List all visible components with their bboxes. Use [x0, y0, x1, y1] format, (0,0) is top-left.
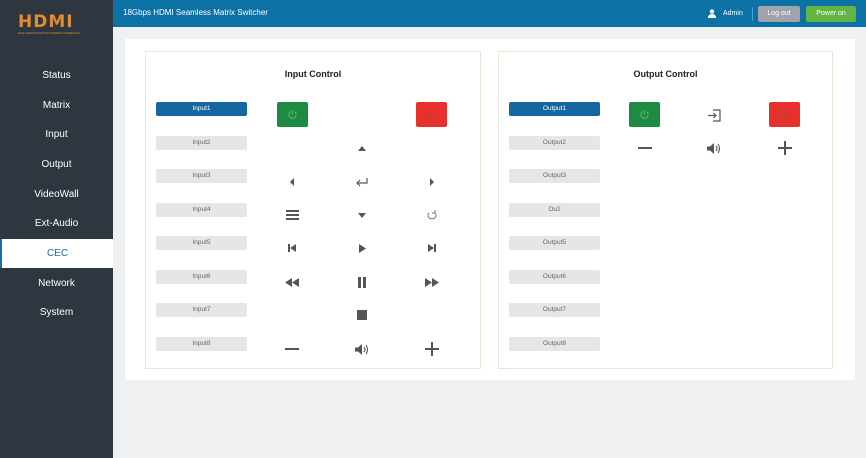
output-select-3[interactable]: Output3 — [509, 169, 600, 183]
input-select-3[interactable]: Input3 — [156, 169, 247, 183]
power-on-cec-button[interactable] — [277, 102, 308, 127]
power-icon — [780, 109, 789, 119]
rewind-icon[interactable] — [282, 274, 302, 290]
output-control-title: Output Control — [633, 69, 698, 79]
arrow-up-icon[interactable] — [352, 140, 372, 156]
output-volume-up-icon[interactable] — [775, 140, 795, 156]
output-select-6[interactable]: Output6 — [509, 270, 600, 284]
volume-down-icon[interactable] — [282, 341, 302, 357]
input-select-8[interactable]: Input8 — [156, 337, 247, 351]
skip-previous-icon[interactable] — [282, 240, 302, 256]
output-volume-down-icon[interactable] — [635, 140, 655, 156]
stop-icon[interactable] — [352, 307, 372, 323]
power-icon — [288, 109, 297, 119]
output-select-8[interactable]: Output8 — [509, 337, 600, 351]
input-select-7[interactable]: Input7 — [156, 303, 247, 317]
volume-icon[interactable] — [352, 341, 372, 357]
output-select-7[interactable]: Output7 — [509, 303, 600, 317]
app-title: 18Gbps HDMI Seamless Matrix Switcher — [123, 8, 268, 17]
output-power-off-button[interactable] — [769, 102, 800, 127]
output-select-2[interactable]: Output2 — [509, 136, 600, 150]
input-control-panel: Input Control Input1 Input2 Input3 Input… — [145, 51, 481, 369]
input-select-1[interactable]: Input1 — [156, 102, 247, 116]
hdmi-logo: HDMI HIGH-DEFINITION MULTIMEDIA INTERFACE — [18, 12, 81, 36]
sidebar-item-matrix[interactable]: Matrix — [0, 91, 113, 120]
arrow-down-icon[interactable] — [352, 207, 372, 223]
power-on-button[interactable]: Power on — [806, 6, 856, 22]
arrow-right-icon[interactable] — [422, 174, 442, 190]
user-icon — [708, 9, 716, 18]
enter-icon[interactable] — [352, 174, 372, 190]
logout-button[interactable]: Log out — [758, 6, 800, 22]
power-icon — [640, 109, 649, 119]
input-control-title: Input Control — [284, 69, 342, 79]
play-icon[interactable] — [352, 240, 372, 256]
return-icon[interactable] — [422, 207, 442, 223]
sidebar-item-output[interactable]: Output — [0, 150, 113, 179]
power-off-cec-button[interactable] — [416, 102, 447, 127]
input-select-5[interactable]: Input5 — [156, 236, 247, 250]
sidebar: HDMI HIGH-DEFINITION MULTIMEDIA INTERFACE… — [0, 0, 113, 458]
sidebar-item-system[interactable]: System — [0, 298, 113, 327]
pause-icon[interactable] — [352, 274, 372, 290]
sidebar-item-input[interactable]: Input — [0, 120, 113, 149]
sidebar-item-network[interactable]: Network — [0, 269, 113, 298]
arrow-left-icon[interactable] — [282, 174, 302, 190]
output-power-on-button[interactable] — [629, 102, 660, 127]
input-select-4[interactable]: Input4 — [156, 203, 247, 217]
volume-up-icon[interactable] — [422, 341, 442, 357]
skip-next-icon[interactable] — [422, 240, 442, 256]
input-select-6[interactable]: Input6 — [156, 270, 247, 284]
divider — [752, 7, 753, 21]
output-select-1[interactable]: Output1 — [509, 102, 600, 116]
sidebar-item-videowall[interactable]: VideoWall — [0, 180, 113, 209]
username: Admin — [723, 10, 743, 17]
sidebar-item-cec[interactable]: CEC — [0, 239, 113, 268]
sidebar-item-ext-audio[interactable]: Ext-Audio — [0, 209, 113, 238]
fast-forward-icon[interactable] — [422, 274, 442, 290]
sidebar-item-status[interactable]: Status — [0, 61, 113, 90]
power-icon — [427, 109, 436, 119]
header: 18Gbps HDMI Seamless Matrix Switcher Adm… — [113, 0, 866, 27]
output-select-5[interactable]: Output5 — [509, 236, 600, 250]
input-source-icon[interactable] — [704, 107, 724, 123]
output-select-4[interactable]: Ou2 — [509, 203, 600, 217]
output-control-panel: Output Control Output1 Output2 Output3 O… — [498, 51, 833, 369]
menu-icon[interactable] — [282, 207, 302, 223]
output-volume-icon[interactable] — [704, 140, 724, 156]
input-select-2[interactable]: Input2 — [156, 136, 247, 150]
